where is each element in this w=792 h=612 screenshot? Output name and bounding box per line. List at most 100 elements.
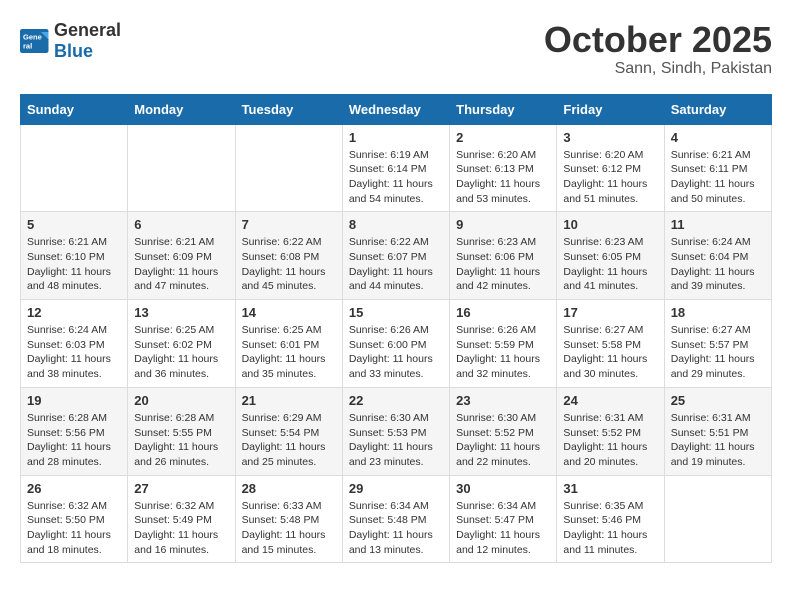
- cell-content: Sunrise: 6:34 AM Sunset: 5:48 PM Dayligh…: [349, 499, 443, 558]
- calendar-cell: 10 Sunrise: 6:23 AM Sunset: 6:05 PM Dayli…: [557, 212, 664, 300]
- location-title: Sann, Sindh, Pakistan: [544, 60, 772, 78]
- cell-content: Sunrise: 6:20 AM Sunset: 6:12 PM Dayligh…: [563, 148, 657, 207]
- calendar-cell: 31Sunrise: 6:35 AM Sunset: 5:46 PM Dayli…: [557, 475, 664, 563]
- cell-content: Sunrise: 6:23 AM Sunset: 6:06 PM Dayligh…: [456, 235, 550, 294]
- cell-content: Sunrise: 6:32 AM Sunset: 5:50 PM Dayligh…: [27, 499, 121, 558]
- cell-content: Sunrise: 6:28 AM Sunset: 5:56 PM Dayligh…: [27, 411, 121, 470]
- day-number: 23: [456, 393, 550, 408]
- day-number: 17: [563, 305, 657, 320]
- day-number: 16: [456, 305, 550, 320]
- cell-content: Sunrise: 6:28 AM Sunset: 5:55 PM Dayligh…: [134, 411, 228, 470]
- calendar-cell: 14 Sunrise: 6:25 AM Sunset: 6:01 PM Dayli…: [235, 300, 342, 388]
- week-row-3: 12 Sunrise: 6:24 AM Sunset: 6:03 PM Dayli…: [21, 300, 772, 388]
- day-number: 8: [349, 217, 443, 232]
- calendar-cell: 26 Sunrise: 6:32 AM Sunset: 5:50 PM Dayli…: [21, 475, 128, 563]
- calendar-body: 1Sunrise: 6:19 AM Sunset: 6:14 PM Daylig…: [21, 124, 772, 563]
- day-number: 6: [134, 217, 228, 232]
- calendar-cell: 4Sunrise: 6:21 AM Sunset: 6:11 PM Daylig…: [664, 124, 771, 212]
- calendar-cell: 18 Sunrise: 6:27 AM Sunset: 5:57 PM Dayli…: [664, 300, 771, 388]
- calendar-cell: [664, 475, 771, 563]
- day-number: 9: [456, 217, 550, 232]
- calendar-cell: 19 Sunrise: 6:28 AM Sunset: 5:56 PM Dayli…: [21, 387, 128, 475]
- day-number: 22: [349, 393, 443, 408]
- month-title: October 2025: [544, 20, 772, 60]
- cell-content: Sunrise: 6:21 AM Sunset: 6:10 PM Dayligh…: [27, 235, 121, 294]
- cell-content: Sunrise: 6:23 AM Sunset: 6:05 PM Dayligh…: [563, 235, 657, 294]
- calendar-cell: 22 Sunrise: 6:30 AM Sunset: 5:53 PM Dayli…: [342, 387, 449, 475]
- logo-blue-text: Blue: [54, 41, 93, 61]
- logo: Gene ral General Blue: [20, 20, 121, 62]
- calendar-cell: 17 Sunrise: 6:27 AM Sunset: 5:58 PM Dayli…: [557, 300, 664, 388]
- week-row-5: 26 Sunrise: 6:32 AM Sunset: 5:50 PM Dayli…: [21, 475, 772, 563]
- week-row-4: 19 Sunrise: 6:28 AM Sunset: 5:56 PM Dayli…: [21, 387, 772, 475]
- day-number: 24: [563, 393, 657, 408]
- day-number: 25: [671, 393, 765, 408]
- day-number: 18: [671, 305, 765, 320]
- header-cell-sunday: Sunday: [21, 94, 128, 124]
- calendar-cell: 25 Sunrise: 6:31 AM Sunset: 5:51 PM Dayli…: [664, 387, 771, 475]
- calendar-cell: 28Sunrise: 6:33 AM Sunset: 5:48 PM Dayli…: [235, 475, 342, 563]
- logo-icon: Gene ral: [20, 29, 50, 53]
- day-number: 28: [242, 481, 336, 496]
- cell-content: Sunrise: 6:24 AM Sunset: 6:03 PM Dayligh…: [27, 323, 121, 382]
- svg-text:ral: ral: [23, 42, 32, 51]
- cell-content: Sunrise: 6:24 AM Sunset: 6:04 PM Dayligh…: [671, 235, 765, 294]
- calendar-cell: 6 Sunrise: 6:21 AM Sunset: 6:09 PM Daylig…: [128, 212, 235, 300]
- cell-content: Sunrise: 6:25 AM Sunset: 6:01 PM Dayligh…: [242, 323, 336, 382]
- cell-content: Sunrise: 6:30 AM Sunset: 5:52 PM Dayligh…: [456, 411, 550, 470]
- header-cell-thursday: Thursday: [450, 94, 557, 124]
- calendar-cell: 8 Sunrise: 6:22 AM Sunset: 6:07 PM Daylig…: [342, 212, 449, 300]
- cell-content: Sunrise: 6:21 AM Sunset: 6:09 PM Dayligh…: [134, 235, 228, 294]
- header-cell-saturday: Saturday: [664, 94, 771, 124]
- day-number: 20: [134, 393, 228, 408]
- cell-content: Sunrise: 6:26 AM Sunset: 5:59 PM Dayligh…: [456, 323, 550, 382]
- day-number: 29: [349, 481, 443, 496]
- calendar-table: SundayMondayTuesdayWednesdayThursdayFrid…: [20, 94, 772, 564]
- calendar-cell: [235, 124, 342, 212]
- header-cell-tuesday: Tuesday: [235, 94, 342, 124]
- cell-content: Sunrise: 6:35 AM Sunset: 5:46 PM Dayligh…: [563, 499, 657, 558]
- day-number: 19: [27, 393, 121, 408]
- calendar-cell: 30Sunrise: 6:34 AM Sunset: 5:47 PM Dayli…: [450, 475, 557, 563]
- cell-content: Sunrise: 6:31 AM Sunset: 5:51 PM Dayligh…: [671, 411, 765, 470]
- calendar-cell: [21, 124, 128, 212]
- cell-content: Sunrise: 6:32 AM Sunset: 5:49 PM Dayligh…: [134, 499, 228, 558]
- cell-content: Sunrise: 6:34 AM Sunset: 5:47 PM Dayligh…: [456, 499, 550, 558]
- calendar-cell: 24 Sunrise: 6:31 AM Sunset: 5:52 PM Dayli…: [557, 387, 664, 475]
- day-number: 5: [27, 217, 121, 232]
- cell-content: Sunrise: 6:27 AM Sunset: 5:57 PM Dayligh…: [671, 323, 765, 382]
- cell-content: Sunrise: 6:22 AM Sunset: 6:08 PM Dayligh…: [242, 235, 336, 294]
- day-number: 15: [349, 305, 443, 320]
- logo-general-text: General: [54, 20, 121, 40]
- day-number: 14: [242, 305, 336, 320]
- calendar-cell: 29 Sunrise: 6:34 AM Sunset: 5:48 PM Dayli…: [342, 475, 449, 563]
- calendar-cell: 12 Sunrise: 6:24 AM Sunset: 6:03 PM Dayli…: [21, 300, 128, 388]
- day-number: 2: [456, 130, 550, 145]
- header-cell-monday: Monday: [128, 94, 235, 124]
- calendar-cell: 20 Sunrise: 6:28 AM Sunset: 5:55 PM Dayli…: [128, 387, 235, 475]
- header-cell-friday: Friday: [557, 94, 664, 124]
- cell-content: Sunrise: 6:31 AM Sunset: 5:52 PM Dayligh…: [563, 411, 657, 470]
- day-number: 11: [671, 217, 765, 232]
- title-section: October 2025 Sann, Sindh, Pakistan: [544, 20, 772, 78]
- cell-content: Sunrise: 6:20 AM Sunset: 6:13 PM Dayligh…: [456, 148, 550, 207]
- calendar-cell: 2 Sunrise: 6:20 AM Sunset: 6:13 PM Daylig…: [450, 124, 557, 212]
- header-cell-wednesday: Wednesday: [342, 94, 449, 124]
- calendar-cell: 11 Sunrise: 6:24 AM Sunset: 6:04 PM Dayli…: [664, 212, 771, 300]
- calendar-cell: 21Sunrise: 6:29 AM Sunset: 5:54 PM Dayli…: [235, 387, 342, 475]
- day-number: 10: [563, 217, 657, 232]
- calendar-cell: 9 Sunrise: 6:23 AM Sunset: 6:06 PM Daylig…: [450, 212, 557, 300]
- calendar-cell: 1Sunrise: 6:19 AM Sunset: 6:14 PM Daylig…: [342, 124, 449, 212]
- day-number: 3: [563, 130, 657, 145]
- week-row-1: 1Sunrise: 6:19 AM Sunset: 6:14 PM Daylig…: [21, 124, 772, 212]
- day-number: 1: [349, 130, 443, 145]
- calendar-cell: 23 Sunrise: 6:30 AM Sunset: 5:52 PM Dayli…: [450, 387, 557, 475]
- day-number: 12: [27, 305, 121, 320]
- cell-content: Sunrise: 6:30 AM Sunset: 5:53 PM Dayligh…: [349, 411, 443, 470]
- day-number: 21: [242, 393, 336, 408]
- day-number: 26: [27, 481, 121, 496]
- cell-content: Sunrise: 6:27 AM Sunset: 5:58 PM Dayligh…: [563, 323, 657, 382]
- cell-content: Sunrise: 6:22 AM Sunset: 6:07 PM Dayligh…: [349, 235, 443, 294]
- day-number: 7: [242, 217, 336, 232]
- day-number: 13: [134, 305, 228, 320]
